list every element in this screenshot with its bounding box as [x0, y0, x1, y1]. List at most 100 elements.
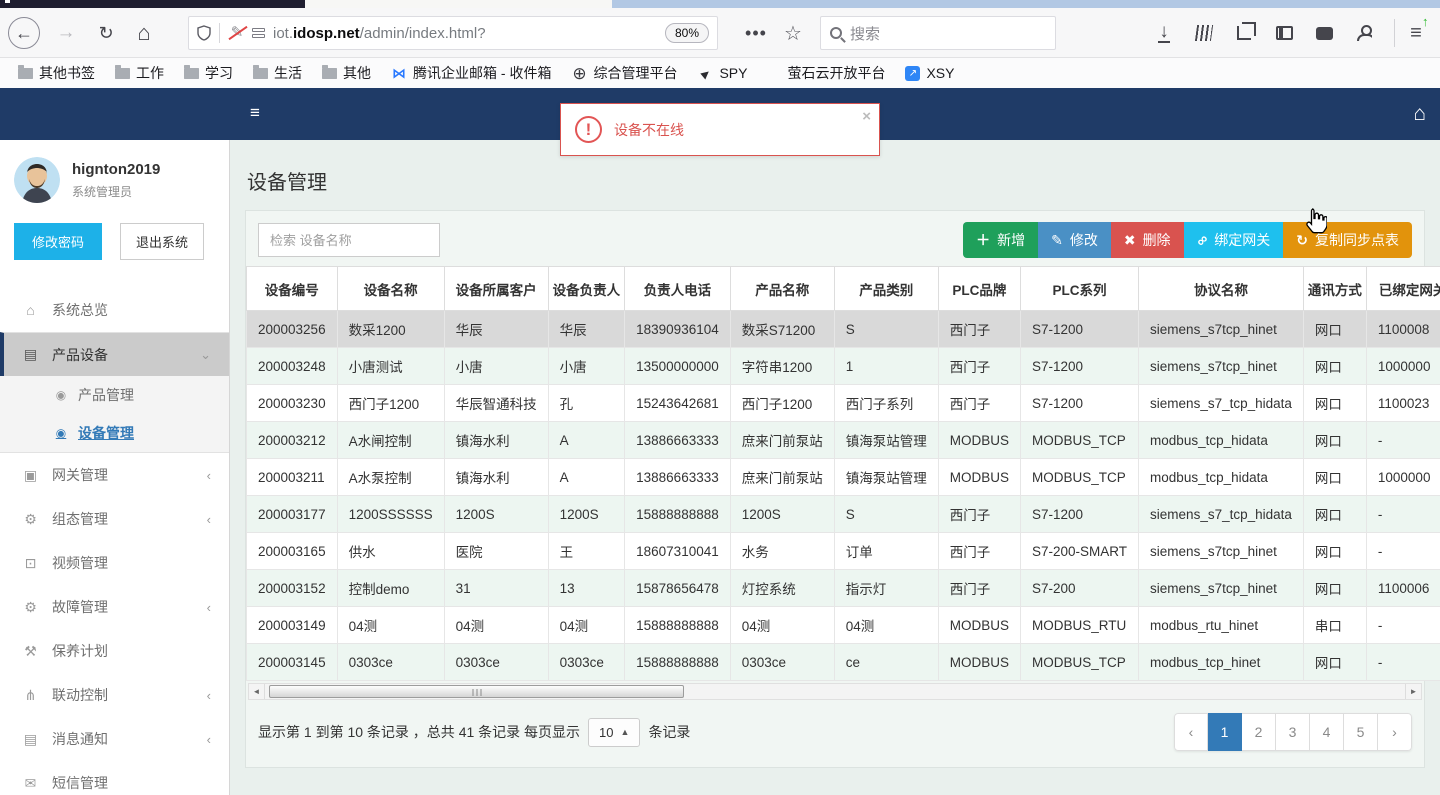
spy-icon: ► — [695, 63, 716, 83]
change-password-button[interactable]: 修改密码 — [14, 223, 103, 260]
column-header[interactable]: 协议名称 — [1138, 266, 1304, 311]
bookmark-label: XSY — [926, 65, 955, 81]
column-header[interactable]: 负责人电话 — [624, 266, 731, 311]
bookmark-label: 其他 — [343, 65, 371, 81]
table-row[interactable]: 200003248 小唐测试 小唐 小唐 13500000000 字符串1200 1 西门子 S… — [246, 347, 1440, 385]
bookmark-item[interactable]: 工作 — [107, 60, 172, 86]
forward-button[interactable]: → — [50, 17, 82, 49]
table-row[interactable]: 200003256 数采1200 华辰 华辰 18390936104 数采S71200 S 西… — [246, 310, 1440, 348]
tracking-shield-icon[interactable] — [197, 25, 211, 41]
column-header[interactable]: 设备编号 — [246, 266, 338, 311]
blocked-permission-icon[interactable]: ✎ — [228, 24, 246, 42]
page-number-button[interactable]: 4 — [1310, 713, 1344, 751]
bookmark-item[interactable]: 其他书签 — [10, 60, 103, 86]
bookmark-item[interactable]: ⊕ 综合管理平台 — [563, 60, 685, 86]
page-number-button[interactable]: 5 — [1344, 713, 1378, 751]
sidebar-item[interactable]: ⚙ 组态管理 ‹ — [0, 497, 229, 541]
sidebar-subitem[interactable]: ◉ 设备管理 — [0, 414, 229, 452]
column-header[interactable]: 设备负责人 — [547, 266, 626, 311]
table-row[interactable]: 200003230 西门子1200 华辰智通科技孔 15243642681 西门子120… — [246, 384, 1440, 422]
app-home-icon[interactable]: ⌂ — [1413, 103, 1426, 124]
table-cell: A — [547, 421, 626, 459]
bookmark-item[interactable]: 学习 — [176, 60, 241, 86]
library-icon[interactable] — [1188, 17, 1220, 49]
avatar[interactable] — [14, 157, 60, 203]
table-row[interactable]: 200003211 A水泵控制 镇海水利 A 13886663333 庶来门前泵站 镇海泵站… — [246, 458, 1440, 496]
sidebar-item[interactable]: ⋔ 联动控制 ‹ — [0, 673, 229, 717]
bookmark-star-icon[interactable]: ☆ — [777, 17, 809, 49]
copy-sync-table-button[interactable]: ↻ 复制同步点表 — [1283, 222, 1412, 258]
pagination: ‹ 1 2 3 4 5 › — [1174, 713, 1412, 751]
horizontal-scrollbar[interactable]: ◄ ► — [248, 683, 1422, 700]
edit-button[interactable]: ✎ 修改 — [1038, 222, 1111, 258]
column-header[interactable]: 设备名称 — [336, 266, 445, 311]
page-actions-icon[interactable]: ••• — [740, 17, 772, 49]
back-button[interactable]: ← — [8, 17, 40, 49]
url-text[interactable]: iot.idosp.net/admin/index.html? — [273, 25, 665, 42]
bookmark-item[interactable]: 生活 — [245, 60, 310, 86]
zoom-level-badge[interactable]: 80% — [664, 23, 709, 43]
sidebar-toggle-icon[interactable] — [1268, 17, 1300, 49]
sidebar-collapse-icon[interactable]: ≡ — [250, 103, 260, 123]
column-header[interactable]: PLC系列 — [1019, 266, 1140, 311]
table-row[interactable]: 200003145 0303ce 0303ce 0303ce 15888888888 03… — [246, 643, 1440, 681]
chat-bubble-icon[interactable] — [1308, 17, 1340, 49]
column-header[interactable]: 产品类别 — [833, 266, 939, 311]
sidebar-item-label: 保养计划 — [52, 643, 108, 659]
table-cell: siemens_s7tcp_hinet — [1138, 569, 1304, 607]
page-next-button[interactable]: › — [1378, 713, 1412, 751]
column-header[interactable]: 设备所属客户 — [443, 266, 549, 311]
bookmark-item[interactable]: 其他 — [314, 60, 379, 86]
table-cell: 网口 — [1302, 532, 1367, 570]
browser-search-box[interactable]: 搜索 — [820, 16, 1056, 50]
bookmark-item[interactable]: ► SPY — [689, 62, 755, 84]
table-row[interactable]: 200003177 1200SSSSSS 1200S 1200S 15888888888… — [246, 495, 1440, 533]
page-number-button[interactable]: 2 — [1242, 713, 1276, 751]
sidebar-item[interactable]: ✉ 短信管理 — [0, 761, 229, 795]
table-row[interactable]: 200003212 A水闸控制 镇海水利 A 13886663333 庶来门前泵站 镇海泵站… — [246, 421, 1440, 459]
column-header[interactable]: 已绑定网关 — [1365, 266, 1440, 311]
xsy-icon: ↗ — [905, 65, 921, 81]
bookmark-label: 工作 — [136, 65, 164, 81]
sidebar-subitem[interactable]: ◉ 产品管理 — [0, 376, 229, 414]
bookmark-item[interactable]: ⋈ 腾讯企业邮箱 - 收件箱 — [383, 60, 559, 86]
url-bar[interactable]: ✎ iot.idosp.net/admin/index.html? 80% — [188, 16, 718, 50]
table-row[interactable]: 200003152 控制demo 31 13 15878656478 灯控系统 指示灯 西门子… — [246, 569, 1440, 607]
sidebar-item[interactable]: ▤ 产品设备 ⌄ — [0, 332, 229, 376]
sidebar-item-label: 短信管理 — [52, 775, 108, 791]
sidebar-item[interactable]: ▤ 消息通知 ‹ — [0, 717, 229, 761]
column-header[interactable]: 通讯方式 — [1302, 266, 1367, 311]
scroll-left-arrow[interactable]: ◄ — [249, 684, 265, 699]
downloads-icon[interactable]: ↓ — [1148, 17, 1180, 49]
device-search-input[interactable] — [258, 223, 440, 257]
button-label: 新增 — [997, 232, 1026, 248]
bind-gateway-button[interactable]: ∞ 绑定网关 — [1183, 222, 1284, 258]
add-button[interactable]: ＋ 新增 — [963, 222, 1039, 258]
sidebar-item[interactable]: ⌂ 系统总览 — [0, 288, 229, 332]
home-button[interactable]: ⌂ — [128, 17, 160, 49]
scrollbar-thumb[interactable] — [269, 685, 684, 698]
screenshot-crop-icon[interactable] — [1228, 17, 1260, 49]
logout-button[interactable]: 退出系统 — [120, 223, 205, 260]
page-number-button[interactable]: 1 — [1208, 713, 1242, 751]
page-size-dropdown[interactable]: 10 ▲ — [588, 717, 641, 747]
bookmark-item[interactable]: 萤石云开放平台 — [759, 60, 893, 86]
sidebar-item[interactable]: ⚙ 故障管理 ‹ — [0, 585, 229, 629]
table-row[interactable]: 200003165 供水 医院王 18607310041 水务 订单 西门子 S7-200-S… — [246, 532, 1440, 570]
page-number-button[interactable]: 3 — [1276, 713, 1310, 751]
alert-close-icon[interactable]: × — [862, 108, 871, 125]
sidebar-item[interactable]: ⊡ 视频管理 — [0, 541, 229, 585]
sidebar-item[interactable]: ▣ 网关管理 ‹ — [0, 453, 229, 497]
column-header[interactable]: PLC品牌 — [937, 266, 1022, 311]
delete-button[interactable]: ✖ 删除 — [1110, 222, 1184, 258]
page-prev-button[interactable]: ‹ — [1174, 713, 1208, 751]
column-header[interactable]: 产品名称 — [729, 266, 835, 311]
reload-button[interactable]: ↻ — [90, 17, 122, 49]
table-row[interactable]: 200003149 04测 04测 04测 15888888888 04测 04测 MODBU… — [246, 606, 1440, 644]
account-icon[interactable] — [1348, 17, 1380, 49]
permissions-icon[interactable] — [252, 28, 265, 38]
active-tab-sliver[interactable] — [0, 0, 305, 8]
scroll-right-arrow[interactable]: ► — [1405, 684, 1421, 699]
sidebar-item[interactable]: ⚒ 保养计划 — [0, 629, 229, 673]
bookmark-item[interactable]: ↗ XSY — [897, 62, 962, 84]
